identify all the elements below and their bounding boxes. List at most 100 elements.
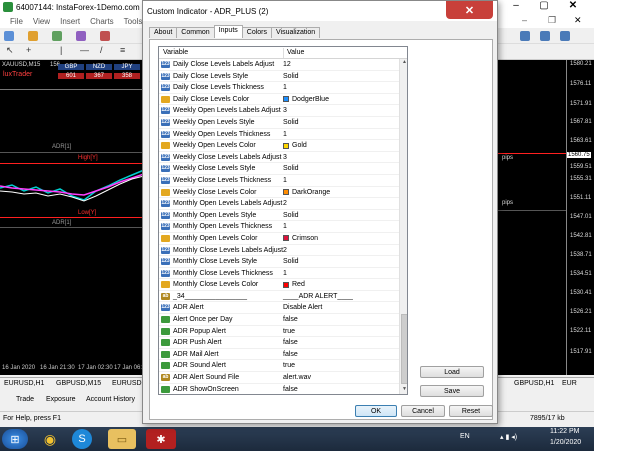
grid-row[interactable]: ab _34________________ ____ADR ALERT____ <box>159 291 399 303</box>
param-value-cell[interactable]: DarkOrange <box>283 189 330 196</box>
mdi-restore-icon[interactable]: ❐ <box>548 15 556 26</box>
tab-common[interactable]: Common <box>176 27 215 38</box>
param-value-cell[interactable]: 1 <box>283 131 287 138</box>
mdi-close-icon[interactable]: ✕ <box>574 15 582 26</box>
param-value-cell[interactable]: 2 <box>283 200 287 207</box>
grid-row[interactable]: ADR ShowOnScreen false <box>159 384 399 394</box>
grid-row[interactable]: ADR Push Alert false <box>159 337 399 349</box>
param-value-cell[interactable]: false <box>283 351 298 358</box>
param-value-cell[interactable]: Solid <box>283 258 299 265</box>
chart-tab[interactable]: EURUSD <box>112 380 142 387</box>
channel-icon[interactable]: ≡ <box>120 45 130 55</box>
close-window-icon[interactable]: ✕ <box>562 0 584 11</box>
param-value-cell[interactable]: false <box>283 316 298 323</box>
save-button[interactable]: Save <box>420 385 484 397</box>
explorer-icon[interactable]: ▭ <box>108 429 136 449</box>
zoom-in-icon[interactable] <box>540 31 550 41</box>
grid-row[interactable]: 123 Weekly Close Levels Style Solid <box>159 163 399 175</box>
terminal-icon[interactable] <box>100 31 110 41</box>
menu-charts[interactable]: Charts <box>90 17 114 26</box>
param-value-cell[interactable]: Red <box>283 281 305 288</box>
new-chart-icon[interactable] <box>4 31 14 41</box>
tray-icons[interactable]: ▴ ▮ ◂) <box>500 433 517 441</box>
reset-button[interactable]: Reset <box>449 405 493 417</box>
param-value-cell[interactable]: 3 <box>283 154 287 161</box>
start-button[interactable]: ⊞ <box>2 429 28 449</box>
grid-row[interactable]: 123 Monthly Close Levels Labels Adjust 2 <box>159 245 399 257</box>
grid-row[interactable]: Daily Close Levels Color DodgerBlue <box>159 94 399 106</box>
grid-row[interactable]: 123 Monthly Open Levels Labels Adjust 2 <box>159 198 399 210</box>
horizontal-line-icon[interactable]: — <box>80 45 90 55</box>
param-value-cell[interactable]: false <box>283 386 298 393</box>
trendline-icon[interactable]: / <box>100 45 110 55</box>
grid-row[interactable]: 123 Monthly Open Levels Thickness 1 <box>159 221 399 233</box>
param-value-cell[interactable]: 3 <box>283 107 287 114</box>
grid-row[interactable]: 123 Daily Close Levels Thickness 1 <box>159 82 399 94</box>
menu-insert[interactable]: Insert <box>60 17 80 26</box>
tab-colors[interactable]: Colors <box>241 27 273 38</box>
param-value-cell[interactable]: Solid <box>283 73 299 80</box>
grid-row[interactable]: 123 Weekly Open Levels Style Solid <box>159 117 399 129</box>
terminal-tab-exposure[interactable]: Exposure <box>46 396 76 403</box>
grid-row[interactable]: Alert Once per Day false <box>159 314 399 326</box>
crosshair-icon[interactable]: + <box>26 45 36 55</box>
param-value-cell[interactable]: Solid <box>283 119 299 126</box>
scroll-down-icon[interactable]: ▼ <box>400 386 407 394</box>
grid-row[interactable]: ADR Popup Alert true <box>159 326 399 338</box>
grid-row[interactable]: 123 Monthly Close Levels Thickness 1 <box>159 268 399 280</box>
load-button[interactable]: Load <box>420 366 484 378</box>
market-watch-icon[interactable] <box>52 31 62 41</box>
tab-visualization[interactable]: Visualization <box>271 27 321 38</box>
chart-tab[interactable]: GBPUSD,M15 <box>56 380 101 387</box>
vertical-line-icon[interactable]: | <box>60 45 70 55</box>
param-value-cell[interactable]: DodgerBlue <box>283 96 329 103</box>
param-value-cell[interactable]: Solid <box>283 165 299 172</box>
grid-row[interactable]: 123 Daily Close Levels Style Solid <box>159 71 399 83</box>
terminal-tab-trade[interactable]: Trade <box>16 396 34 403</box>
tab-inputs[interactable]: Inputs <box>213 25 243 38</box>
param-value-cell[interactable]: Solid <box>283 212 299 219</box>
scroll-thumb[interactable] <box>401 314 407 384</box>
param-value-cell[interactable]: 1 <box>283 177 287 184</box>
param-value-cell[interactable]: 1 <box>283 270 287 277</box>
chart-tab[interactable]: EURUSD,H1 <box>4 380 44 387</box>
chart-tab[interactable]: GBPUSD,H1 <box>514 380 554 387</box>
grid-row[interactable]: 123 Daily Close Levels Labels Adjust 12 <box>159 59 399 71</box>
profiles-icon[interactable] <box>28 31 38 41</box>
clock-date[interactable]: 1/20/2020 <box>550 439 581 446</box>
chart-area[interactable]: XAUUSD,M15 156 luxTrader GBP NZD JPY 601… <box>0 60 144 375</box>
param-value-cell[interactable]: Disable Alert <box>283 304 322 311</box>
grid-row[interactable]: 123 Weekly Close Levels Thickness 1 <box>159 175 399 187</box>
grid-row[interactable]: 123 Weekly Open Levels Labels Adjust 3 <box>159 105 399 117</box>
skype-icon[interactable]: S <box>72 429 92 449</box>
grid-row[interactable]: Weekly Open Levels Color Gold <box>159 140 399 152</box>
param-value-cell[interactable]: Gold <box>283 142 307 149</box>
cancel-button[interactable]: Cancel <box>401 405 445 417</box>
scroll-up-icon[interactable]: ▲ <box>400 59 407 68</box>
cursor-icon[interactable]: ↖ <box>6 45 16 55</box>
menu-tools[interactable]: Tools <box>124 17 143 26</box>
param-value-cell[interactable]: false <box>283 339 298 346</box>
param-value-cell[interactable]: alert.wav <box>283 374 311 381</box>
dialog-close-button[interactable]: ✕ <box>446 1 493 19</box>
chart-tab[interactable]: EUR <box>562 380 577 387</box>
metatrader-taskbar-icon[interactable]: ✱ <box>146 429 176 449</box>
grid-row[interactable]: 123 Monthly Open Levels Style Solid <box>159 210 399 222</box>
column-variable[interactable]: Variable <box>163 49 188 56</box>
grid-row[interactable]: 123 ADR Alert Disable Alert <box>159 302 399 315</box>
column-value[interactable]: Value <box>287 49 304 56</box>
param-value-cell[interactable]: true <box>283 362 295 369</box>
param-value-cell[interactable]: ____ADR ALERT____ <box>283 293 353 300</box>
grid-row[interactable]: Monthly Close Levels Color Red <box>159 279 399 291</box>
param-value-cell[interactable]: Crimson <box>283 235 318 242</box>
clock-time[interactable]: 11:22 PM <box>550 428 579 435</box>
grid-row[interactable]: Monthly Open Levels Color Crimson <box>159 233 399 245</box>
grid-row[interactable]: ADR Sound Alert true <box>159 360 399 373</box>
grid-row[interactable]: ab ADR Alert Sound File alert.wav <box>159 372 399 384</box>
language-indicator[interactable]: EN <box>460 433 470 440</box>
menu-file[interactable]: File <box>10 17 23 26</box>
menu-view[interactable]: View <box>33 17 50 26</box>
column-separator[interactable] <box>283 48 284 58</box>
chart-type-icon[interactable] <box>520 31 530 41</box>
zoom-out-icon[interactable] <box>560 31 570 41</box>
